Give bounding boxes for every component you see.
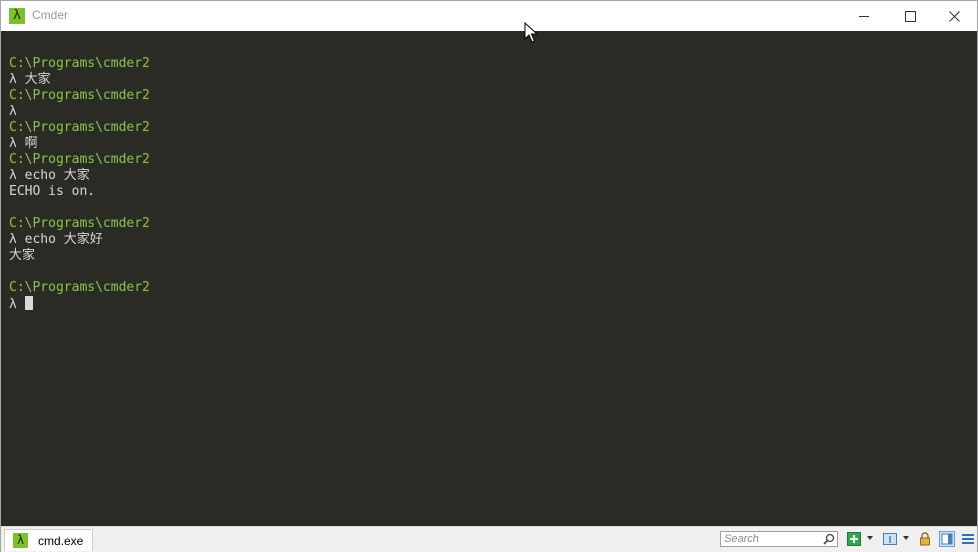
console-output: C:\Programs\cmder2 λ 大家 C:\Programs\cmder2… [9,56,150,312]
prompt-path-line: C:\Programs\cmder2 [9,216,150,231]
output-line: λ echo 大家 [9,168,90,183]
add-console-icon[interactable] [847,532,861,546]
search-icon[interactable] [823,533,835,545]
prompt-symbol: λ [9,297,25,312]
add-console-dropdown[interactable] [867,536,873,540]
mouse-pointer-icon [524,22,538,43]
prompt-path-line: C:\Programs\cmder2 [9,88,150,103]
output-line: λ 大家 [9,72,51,87]
lambda-icon[interactable]: λ [9,8,25,24]
prompt-path-line: C:\Programs\cmder2 [9,280,150,295]
output-line: 大家 [9,248,36,263]
menu-icon[interactable] [961,532,975,546]
cmder-window: λ Cmder C:\Programs\cmder2 λ 大家 C:\Program… [0,0,978,552]
panel-view-icon[interactable] [939,531,955,547]
prompt-path-line: C:\Programs\cmder2 [9,56,150,71]
minimize-icon [859,15,869,17]
output-line: ECHO is on. [9,184,96,199]
close-icon [948,10,960,22]
minimize-button[interactable] [841,1,887,31]
maximize-icon [904,10,916,22]
search-input[interactable] [721,532,824,546]
console-area[interactable]: C:\Programs\cmder2 λ 大家 C:\Programs\cmder2… [1,31,977,526]
title-bar[interactable]: λ Cmder [1,1,977,31]
status-bar: λ cmd.exe [1,526,977,552]
output-line: λ 啊 [9,136,38,151]
output-line: λ echo 大家好 [9,232,103,247]
text-cursor [24,296,33,310]
split-view-icon[interactable] [883,532,897,546]
prompt-path-line: C:\Programs\cmder2 [9,120,150,135]
search-box[interactable] [720,531,838,547]
close-button[interactable] [931,1,977,31]
lambda-icon: λ [13,533,28,548]
window-title: Cmder [32,8,69,22]
output-line: λ [9,104,17,119]
tab-label: cmd.exe [38,534,84,548]
current-prompt-line[interactable]: λ [9,296,150,312]
split-view-dropdown[interactable] [903,536,909,540]
tab-cmd-exe[interactable]: λ cmd.exe [4,529,93,551]
maximize-button[interactable] [887,1,933,31]
prompt-path-line: C:\Programs\cmder2 [9,152,150,167]
lock-icon[interactable] [918,532,932,546]
